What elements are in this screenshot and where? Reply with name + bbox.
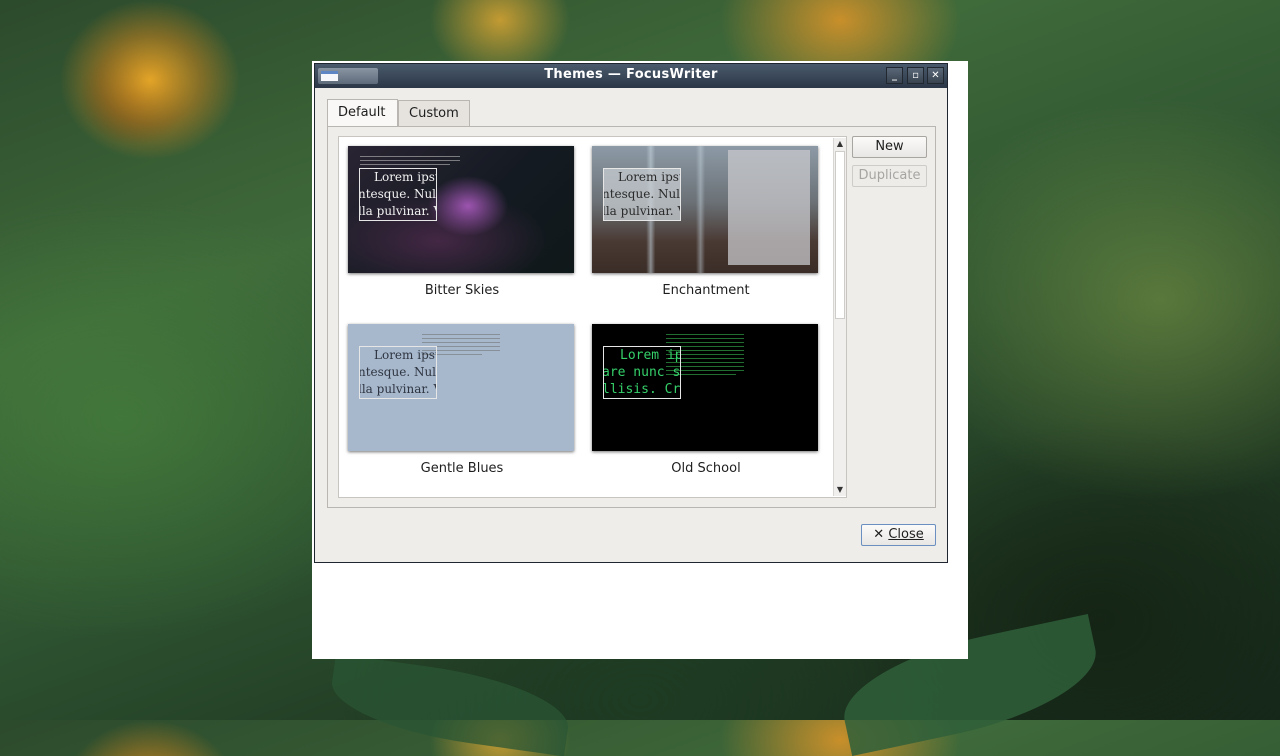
scrollbar-thumb[interactable]	[835, 151, 845, 319]
theme-thumbnail: Lorem ip are nunc s llisis. Cr	[592, 324, 818, 451]
themes-dialog: Themes — FocusWriter _ ▫ ✕ Default Custo…	[314, 63, 948, 563]
theme-thumbnail: Lorem ipsu ntesque. Nulla lla pulvinar. …	[592, 146, 818, 273]
close-label: Close	[888, 527, 924, 542]
close-x-icon: ✕	[873, 527, 885, 542]
theme-name: Old School	[671, 461, 741, 476]
new-button[interactable]: New	[852, 136, 927, 158]
tab-default[interactable]: Default	[327, 99, 398, 127]
scroll-up-icon[interactable]: ▲	[834, 138, 846, 150]
text-preview: Lorem ipsu ntesque. Nulla lla pulvinar. …	[603, 168, 681, 221]
theme-list[interactable]: Lorem ipsu ntesque. Nulla lla pulvinar. …	[338, 136, 847, 498]
text-preview: Lorem ipsu ntesque. Nulla lla pulvinar. …	[359, 346, 437, 399]
theme-name: Gentle Blues	[420, 461, 504, 476]
background-leaf	[326, 653, 574, 756]
window-title: Themes — FocusWriter	[544, 67, 718, 82]
themes-panel: Lorem ipsu ntesque. Nulla lla pulvinar. …	[327, 126, 936, 508]
theme-list-scrollbar[interactable]: ▲ ▼	[833, 138, 846, 496]
text-preview: Lorem ipsu ntesque. Nulla lla pulvinar. …	[359, 168, 437, 221]
text-preview: Lorem ip are nunc s llisis. Cr	[603, 346, 681, 399]
maximize-icon[interactable]: ▫	[907, 67, 924, 84]
scroll-down-icon[interactable]: ▼	[834, 484, 846, 496]
close-icon[interactable]: ✕	[927, 67, 944, 84]
duplicate-button[interactable]: Duplicate	[852, 165, 927, 187]
minimize-icon[interactable]: _	[886, 67, 903, 84]
theme-thumbnail: Lorem ipsu ntesque. Nulla lla pulvinar. …	[348, 146, 574, 273]
tab-custom[interactable]: Custom	[398, 100, 470, 126]
theme-name: Bitter Skies	[424, 283, 500, 298]
close-button[interactable]: ✕ Close	[861, 524, 936, 546]
theme-name: Enchantment	[662, 283, 750, 298]
theme-thumbnail: Lorem ipsu ntesque. Nulla lla pulvinar. …	[348, 324, 574, 451]
title-bar[interactable]: Themes — FocusWriter _ ▫ ✕	[315, 64, 947, 88]
